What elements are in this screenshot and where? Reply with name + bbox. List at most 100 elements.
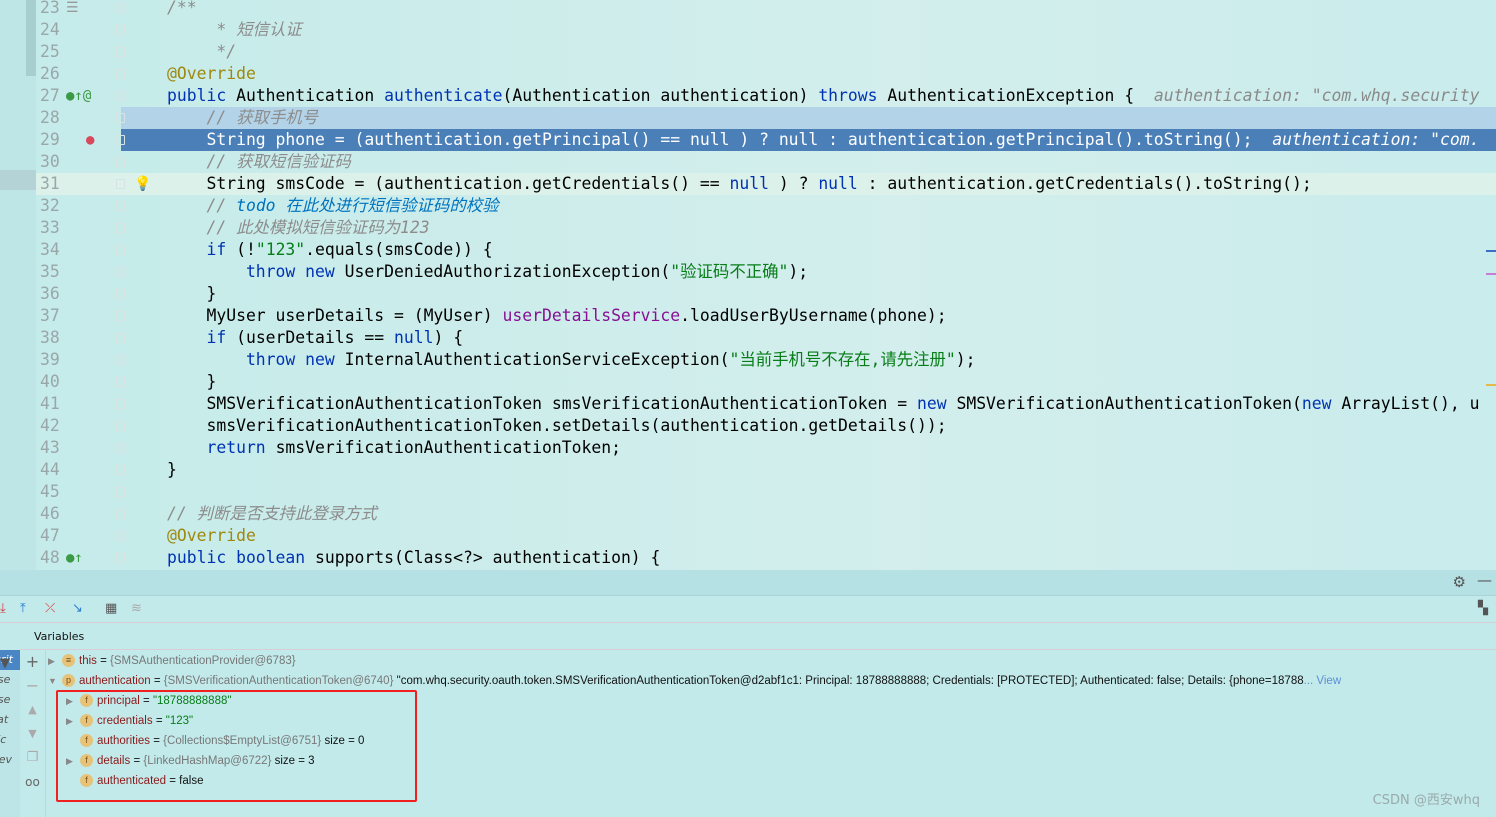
fold-marker[interactable] — [116, 91, 125, 101]
code-line[interactable]: 25 */ — [36, 41, 1496, 63]
frame-item[interactable]: icat — [0, 710, 20, 730]
fold-marker[interactable] — [116, 113, 125, 123]
code-line[interactable]: 30 // 获取短信验证码 — [36, 151, 1496, 173]
fold-marker[interactable] — [116, 421, 125, 431]
drop-frame-icon[interactable]: ⤫ — [45, 601, 55, 616]
remove-watch-icon[interactable]: − — [20, 674, 45, 698]
fold-marker[interactable] — [116, 245, 125, 255]
move-up-icon[interactable]: ▲ — [20, 698, 45, 722]
fold-marker[interactable] — [116, 179, 125, 189]
fold-marker[interactable] — [116, 201, 125, 211]
line-number[interactable]: 31 — [40, 173, 66, 195]
fold-marker[interactable] — [116, 531, 125, 541]
breakpoint-icon[interactable]: ● — [86, 129, 94, 151]
error-stripe-marker[interactable] — [1486, 384, 1496, 386]
frame-item[interactable]: k.se — [0, 690, 20, 710]
filter-icon[interactable]: ▼ — [0, 656, 10, 671]
line-number[interactable]: 23 — [40, 0, 66, 19]
line-number[interactable]: 42 — [40, 415, 66, 437]
code-line[interactable]: 46 // 判断是否支持此登录方式 — [36, 503, 1496, 525]
fold-marker[interactable] — [116, 69, 125, 79]
fold-marker[interactable] — [116, 355, 125, 365]
fold-marker[interactable] — [116, 509, 125, 519]
fold-marker[interactable] — [116, 267, 125, 277]
code-line[interactable]: 36 } — [36, 283, 1496, 305]
line-number[interactable]: 30 — [40, 151, 66, 173]
line-number[interactable]: 27 — [40, 85, 66, 107]
show-watches-icon[interactable]: oo — [20, 770, 45, 794]
code-line[interactable]: 29 ● String phone = (authentication.getPr… — [36, 129, 1496, 151]
variable-row[interactable]: ▶ ≡ this = {SMSAuthenticationProvider@6783… — [48, 651, 296, 671]
view-link[interactable]: ... View — [1304, 675, 1342, 687]
gear-icon[interactable]: ⚙ — [1453, 573, 1466, 591]
line-number[interactable]: 38 — [40, 327, 66, 349]
frame-item[interactable]: mev — [0, 750, 20, 770]
implements-icon[interactable]: ●↑ — [66, 547, 83, 569]
line-number[interactable]: 33 — [40, 217, 66, 239]
fold-marker[interactable] — [116, 289, 125, 299]
code-line[interactable]: 31 💡 String smsCode = (authentication.get… — [36, 173, 1496, 195]
fold-marker[interactable] — [116, 135, 125, 145]
code-line[interactable]: 34 if (!"123".equals(smsCode)) { — [36, 239, 1496, 261]
step-out-icon[interactable]: ⤒ — [20, 601, 26, 616]
code-line[interactable]: 45 — [36, 481, 1496, 503]
implements-override-icon[interactable]: ●↑@ — [66, 85, 91, 107]
code-line[interactable]: 33 // 此处模拟短信验证码为123 — [36, 217, 1496, 239]
step-into-icon[interactable]: ⤓ — [0, 601, 6, 616]
code-line[interactable]: 39 throw new InternalAuthenticationServi… — [36, 349, 1496, 371]
code-line[interactable]: 47 @Override — [36, 525, 1496, 547]
line-number[interactable]: 41 — [40, 393, 66, 415]
code-line[interactable]: 35 throw new UserDeniedAuthorizationExce… — [36, 261, 1496, 283]
line-number[interactable]: 37 — [40, 305, 66, 327]
run-to-cursor-icon[interactable]: ↘ — [72, 601, 83, 616]
line-number[interactable]: 39 — [40, 349, 66, 371]
expand-toggle[interactable]: ▶ — [48, 651, 62, 671]
line-number[interactable]: 25 — [40, 41, 66, 63]
code-line[interactable]: 32 // todo 在此处进行短信验证码的校验 — [36, 195, 1496, 217]
fold-marker[interactable] — [116, 25, 125, 35]
fold-marker[interactable] — [116, 311, 125, 321]
fold-marker[interactable] — [116, 553, 125, 563]
copy-icon[interactable]: ❐ — [20, 746, 45, 770]
line-number[interactable]: 35 — [40, 261, 66, 283]
line-number[interactable]: 29 — [40, 129, 66, 151]
line-number[interactable]: 40 — [40, 371, 66, 393]
code-line[interactable]: 42 smsVerificationAuthenticationToken.se… — [36, 415, 1496, 437]
evaluate-expression-icon[interactable]: ▦ — [105, 601, 117, 616]
line-number[interactable]: 46 — [40, 503, 66, 525]
line-number[interactable]: 43 — [40, 437, 66, 459]
line-number[interactable]: 36 — [40, 283, 66, 305]
code-line[interactable]: 23 ☰ /** — [36, 0, 1496, 19]
code-line[interactable]: 38 if (userDetails == null) { — [36, 327, 1496, 349]
fold-marker[interactable] — [116, 443, 125, 453]
line-number[interactable]: 32 — [40, 195, 66, 217]
line-number[interactable]: 45 — [40, 481, 66, 503]
minimize-icon[interactable]: — — [1477, 571, 1492, 589]
doc-icon[interactable]: ☰ — [66, 0, 79, 19]
code-line[interactable]: 28 // 获取手机号 — [36, 107, 1496, 129]
frame-item[interactable]: r (c — [0, 730, 20, 750]
error-stripe-marker[interactable] — [1486, 250, 1496, 252]
code-line[interactable]: 41 SMSVerificationAuthenticationToken sm… — [36, 393, 1496, 415]
fold-marker[interactable] — [116, 399, 125, 409]
fold-marker[interactable] — [116, 377, 125, 387]
frames-list[interactable]: curitk.sek.seicatr (cmev — [0, 650, 20, 817]
fold-marker[interactable] — [116, 223, 125, 233]
line-number[interactable]: 26 — [40, 63, 66, 85]
fold-marker[interactable] — [116, 333, 125, 343]
line-number[interactable]: 28 — [40, 107, 66, 129]
line-number[interactable]: 47 — [40, 525, 66, 547]
lightbulb-icon[interactable]: 💡 — [134, 173, 151, 195]
code-line[interactable]: 43 return smsVerificationAuthenticationT… — [36, 437, 1496, 459]
error-stripe-marker[interactable] — [1486, 273, 1496, 275]
line-number[interactable]: 44 — [40, 459, 66, 481]
fold-marker[interactable] — [116, 157, 125, 167]
frame-item[interactable]: k.se — [0, 670, 20, 690]
layout-icon[interactable]: ▚ — [1478, 601, 1488, 616]
line-number[interactable]: 48 — [40, 547, 66, 569]
code-line[interactable]: 40 } — [36, 371, 1496, 393]
fold-marker[interactable] — [116, 465, 125, 475]
code-line[interactable]: 37 MyUser userDetails = (MyUser) userDet… — [36, 305, 1496, 327]
fold-marker[interactable] — [116, 3, 125, 13]
code-line[interactable]: 24 * 短信认证 — [36, 19, 1496, 41]
